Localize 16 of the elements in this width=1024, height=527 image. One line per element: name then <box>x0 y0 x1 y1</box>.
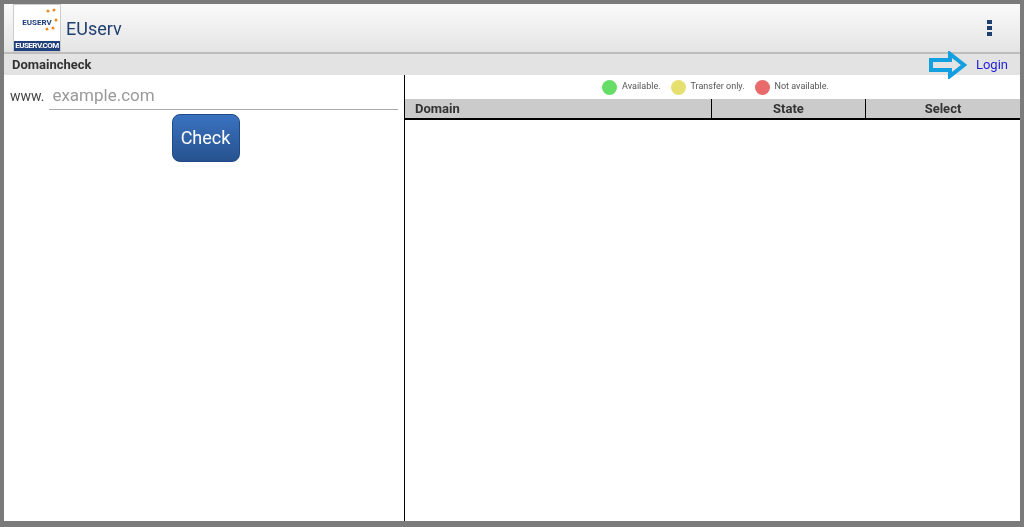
logo-text: EUSERV <box>22 19 52 27</box>
domain-input[interactable]: example.com <box>49 83 398 110</box>
column-header: Select <box>923 100 963 118</box>
legend-label: Transfer only. <box>690 80 745 94</box>
logo-domain: EUSERV.COM <box>14 41 60 51</box>
www-prefix: www. <box>10 86 45 106</box>
login-link[interactable]: Login <box>975 54 1008 75</box>
legend-label: Not available. <box>774 80 829 94</box>
overflow-menu-icon[interactable] <box>987 20 992 36</box>
legend-label: Available. <box>622 80 661 94</box>
section-title: Domaincheck <box>12 55 92 74</box>
column-header: State <box>712 99 866 118</box>
app-title: EUserv <box>66 16 122 41</box>
arrow-icon <box>927 50 968 79</box>
check-button[interactable]: Check <box>171 113 240 162</box>
column-header: Domain <box>405 99 712 118</box>
